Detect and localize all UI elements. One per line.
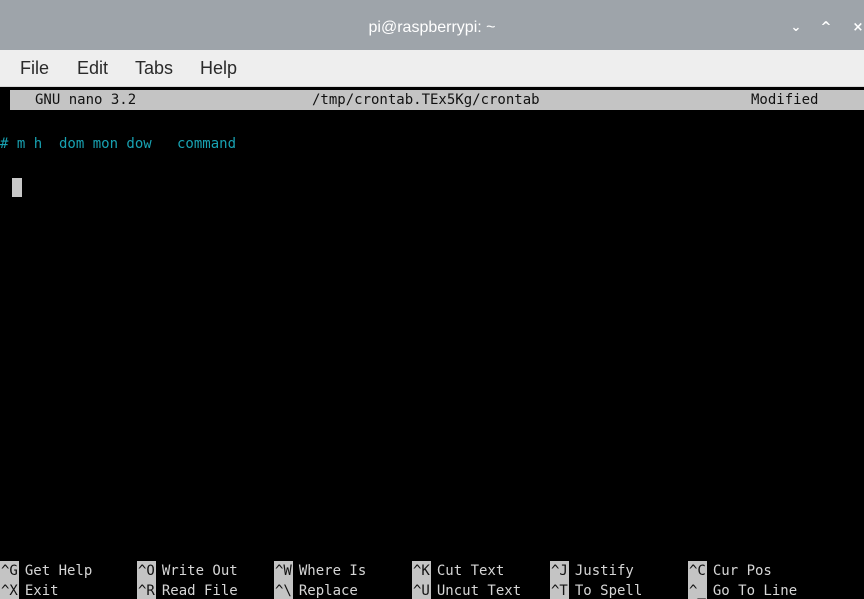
- window-titlebar: pi@raspberrypi: ~ ⌄ ^ ×: [0, 0, 864, 50]
- close-icon[interactable]: ×: [846, 16, 864, 40]
- terminal-area[interactable]: GNU nano 3.2 /tmp/crontab.TEx5Kg/crontab…: [0, 87, 864, 599]
- shortcut-label: Get Help: [24, 563, 93, 579]
- window-title: pi@raspberrypi: ~: [368, 19, 496, 36]
- shortcut-exit[interactable]: ^X Exit: [0, 581, 59, 599]
- shortcut-label: Cur Pos: [712, 563, 772, 579]
- shortcut-key: ^J: [550, 561, 569, 581]
- shortcut-cut-text[interactable]: ^K Cut Text: [412, 561, 504, 581]
- shortcut-justify[interactable]: ^J Justify: [550, 561, 634, 581]
- shortcut-label: Uncut Text: [436, 583, 522, 599]
- shortcut-to-spell[interactable]: ^T To Spell: [550, 581, 642, 599]
- shortcut-key: ^G: [0, 561, 19, 581]
- shortcut-cur-pos[interactable]: ^C Cur Pos: [688, 561, 772, 581]
- shortcut-key: ^X: [0, 581, 19, 599]
- menu-bar: File Edit Tabs Help: [0, 50, 864, 87]
- shortcut-row-2: ^X Exit ^R Read File ^\ Replace ^U Uncut Tex…: [0, 581, 864, 599]
- shortcut-key: ^_: [688, 581, 707, 599]
- nano-modified-status: Modified: [751, 92, 819, 108]
- chevron-up-icon[interactable]: ^: [814, 16, 838, 40]
- shortcut-key: ^C: [688, 561, 707, 581]
- menu-help[interactable]: Help: [200, 50, 237, 87]
- shortcut-key: ^O: [137, 561, 156, 581]
- shortcut-label: Replace: [298, 583, 358, 599]
- chevron-down-icon[interactable]: ⌄: [784, 16, 808, 40]
- shortcut-key: ^R: [137, 581, 156, 599]
- text-cursor: [12, 178, 22, 197]
- shortcut-label: Cut Text: [436, 563, 505, 579]
- shortcut-label: Go To Line: [712, 583, 798, 599]
- shortcut-where-is[interactable]: ^W Where Is: [274, 561, 366, 581]
- shortcut-key: ^T: [550, 581, 569, 599]
- shortcut-go-to-line[interactable]: ^_ Go To Line: [688, 581, 797, 599]
- shortcut-label: Exit: [24, 583, 59, 599]
- menu-file[interactable]: File: [20, 50, 49, 87]
- shortcut-label: Where Is: [298, 563, 367, 579]
- shortcut-key: ^K: [412, 561, 431, 581]
- shortcut-write-out[interactable]: ^O Write Out: [137, 561, 238, 581]
- shortcut-uncut-text[interactable]: ^U Uncut Text: [412, 581, 521, 599]
- shortcut-row-1: ^G Get Help ^O Write Out ^W Where Is ^K Cut …: [0, 561, 864, 581]
- shortcut-read-file[interactable]: ^R Read File: [137, 581, 238, 599]
- shortcut-key: ^W: [274, 561, 293, 581]
- shortcut-key: ^\: [274, 581, 293, 599]
- nano-version: GNU nano 3.2: [35, 92, 137, 108]
- shortcut-get-help[interactable]: ^G Get Help: [0, 561, 92, 581]
- shortcut-replace[interactable]: ^\ Replace: [274, 581, 358, 599]
- shortcut-key: ^U: [412, 581, 431, 599]
- menu-tabs[interactable]: Tabs: [135, 50, 173, 87]
- shortcut-label: Justify: [574, 563, 634, 579]
- crontab-comment-line: # m h dom mon dow command: [0, 136, 237, 152]
- menu-edit[interactable]: Edit: [77, 50, 108, 87]
- nano-title-bar: GNU nano 3.2 /tmp/crontab.TEx5Kg/crontab…: [10, 90, 864, 110]
- nano-filename: /tmp/crontab.TEx5Kg/crontab: [312, 92, 540, 108]
- shortcut-label: Write Out: [161, 563, 238, 579]
- shortcut-label: To Spell: [574, 583, 643, 599]
- shortcut-label: Read File: [161, 583, 238, 599]
